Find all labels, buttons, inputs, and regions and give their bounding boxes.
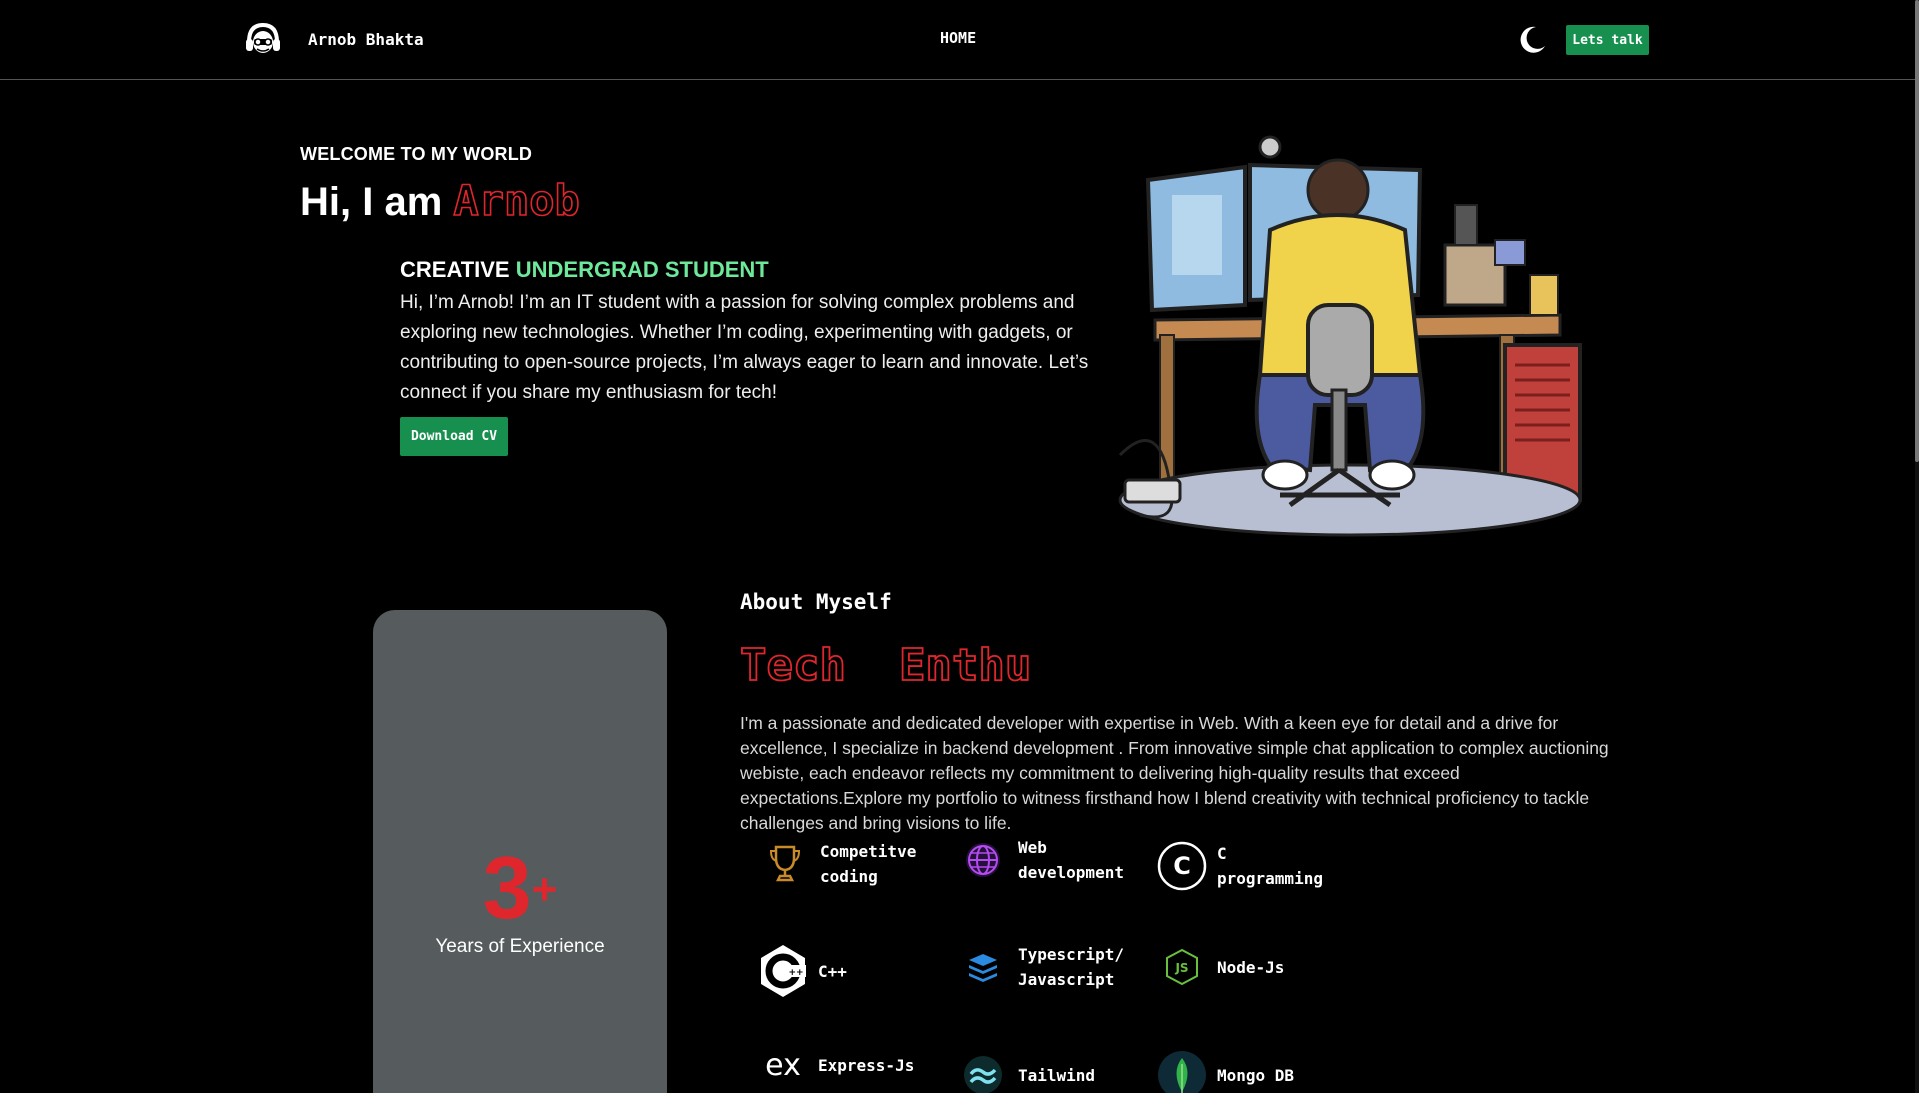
role-heading: CREATIVE UNDERGRAD STUDENT <box>400 257 769 283</box>
skill-label: Web <box>1018 838 1047 857</box>
tailwind-icon <box>958 1050 1008 1093</box>
skill-label: Typescript/ <box>1018 945 1124 964</box>
svg-text:++: ++ <box>788 968 803 978</box>
about-title: Tech Enthu <box>739 639 1032 692</box>
skill-label: programming <box>1217 869 1323 888</box>
express-icon: ex <box>758 1040 808 1090</box>
experience-number: 3+ <box>373 844 667 932</box>
skill-label: Node-Js <box>1217 957 1285 977</box>
skill-label: Competitve <box>820 842 917 861</box>
experience-plus: + <box>531 865 558 914</box>
skill-label: C <box>1217 844 1227 863</box>
mongodb-icon <box>1157 1050 1207 1093</box>
c-language-icon: C <box>1157 841 1207 891</box>
hero-greeting: Hi, I am Arnob <box>300 175 581 226</box>
welcome-heading: WELCOME TO MY WORLD <box>300 144 533 164</box>
nodejs-icon: JS <box>1157 942 1207 992</box>
about-body: I'm a passionate and dedicated developer… <box>740 713 1609 833</box>
skill-label: Mongo DB <box>1217 1065 1295 1085</box>
svg-text:ex: ex <box>765 1048 801 1082</box>
moon-icon[interactable] <box>1516 24 1548 56</box>
stack-icon <box>958 942 1008 992</box>
greeting-text: Hi, I am <box>300 180 443 224</box>
skill-nodejs: JS Node-Js <box>1157 942 1284 992</box>
hero-name: Arnob <box>453 175 581 226</box>
brand-name[interactable]: Arnob Bhakta <box>308 30 424 49</box>
svg-text:JS: JS <box>1174 961 1188 975</box>
skill-label: Tailwind <box>1018 1065 1096 1085</box>
scrollbar-track[interactable] <box>1915 0 1919 1093</box>
skill-web-development: Web development <box>958 835 1124 885</box>
skill-label: Express-Js <box>818 1055 915 1075</box>
top-navbar: Arnob Bhakta HOME Lets talk <box>0 0 1919 80</box>
experience-label: Years of Experience <box>435 936 605 957</box>
role-highlight: UNDERGRAD STUDENT <box>515 257 769 282</box>
about-heading: About Myself <box>740 590 892 614</box>
brand-logo[interactable] <box>244 22 282 56</box>
cpp-icon: ++ <box>758 945 808 997</box>
download-cv-button[interactable]: Download CV <box>400 417 508 456</box>
hero-intro: Hi, I’m Arnob! I’m an IT student with a … <box>400 292 1089 403</box>
skill-tailwind: Tailwind <box>958 1050 1095 1093</box>
avatar-logo-icon <box>246 22 280 53</box>
skill-typescript-javascript: Typescript/Javascript <box>958 942 1124 992</box>
skill-label: Javascript <box>1018 970 1115 989</box>
skill-mongodb: Mongo DB <box>1157 1050 1294 1093</box>
skill-cpp: ++ C++ <box>758 945 847 997</box>
skill-label: coding <box>820 867 878 886</box>
developer-at-desk-illustration <box>1118 135 1582 537</box>
lets-talk-button[interactable]: Lets talk <box>1566 25 1649 55</box>
experience-card: 3+ Years of Experience <box>373 610 667 1093</box>
skill-competitive-coding: Competitve coding <box>760 839 916 889</box>
skill-label: C++ <box>818 961 847 981</box>
nav-link-home[interactable]: HOME <box>940 29 976 47</box>
globe-icon <box>958 835 1008 885</box>
svg-text:C: C <box>1173 852 1191 880</box>
experience-value: 3 <box>482 838 532 937</box>
trophy-icon <box>760 839 810 889</box>
skill-expressjs: ex Express-Js <box>758 1040 914 1090</box>
skill-label: development <box>1018 863 1124 882</box>
role-prefix: CREATIVE <box>400 257 510 282</box>
skill-c-programming: C Cprogramming <box>1157 841 1323 891</box>
scrollbar-thumb[interactable] <box>1915 0 1919 462</box>
